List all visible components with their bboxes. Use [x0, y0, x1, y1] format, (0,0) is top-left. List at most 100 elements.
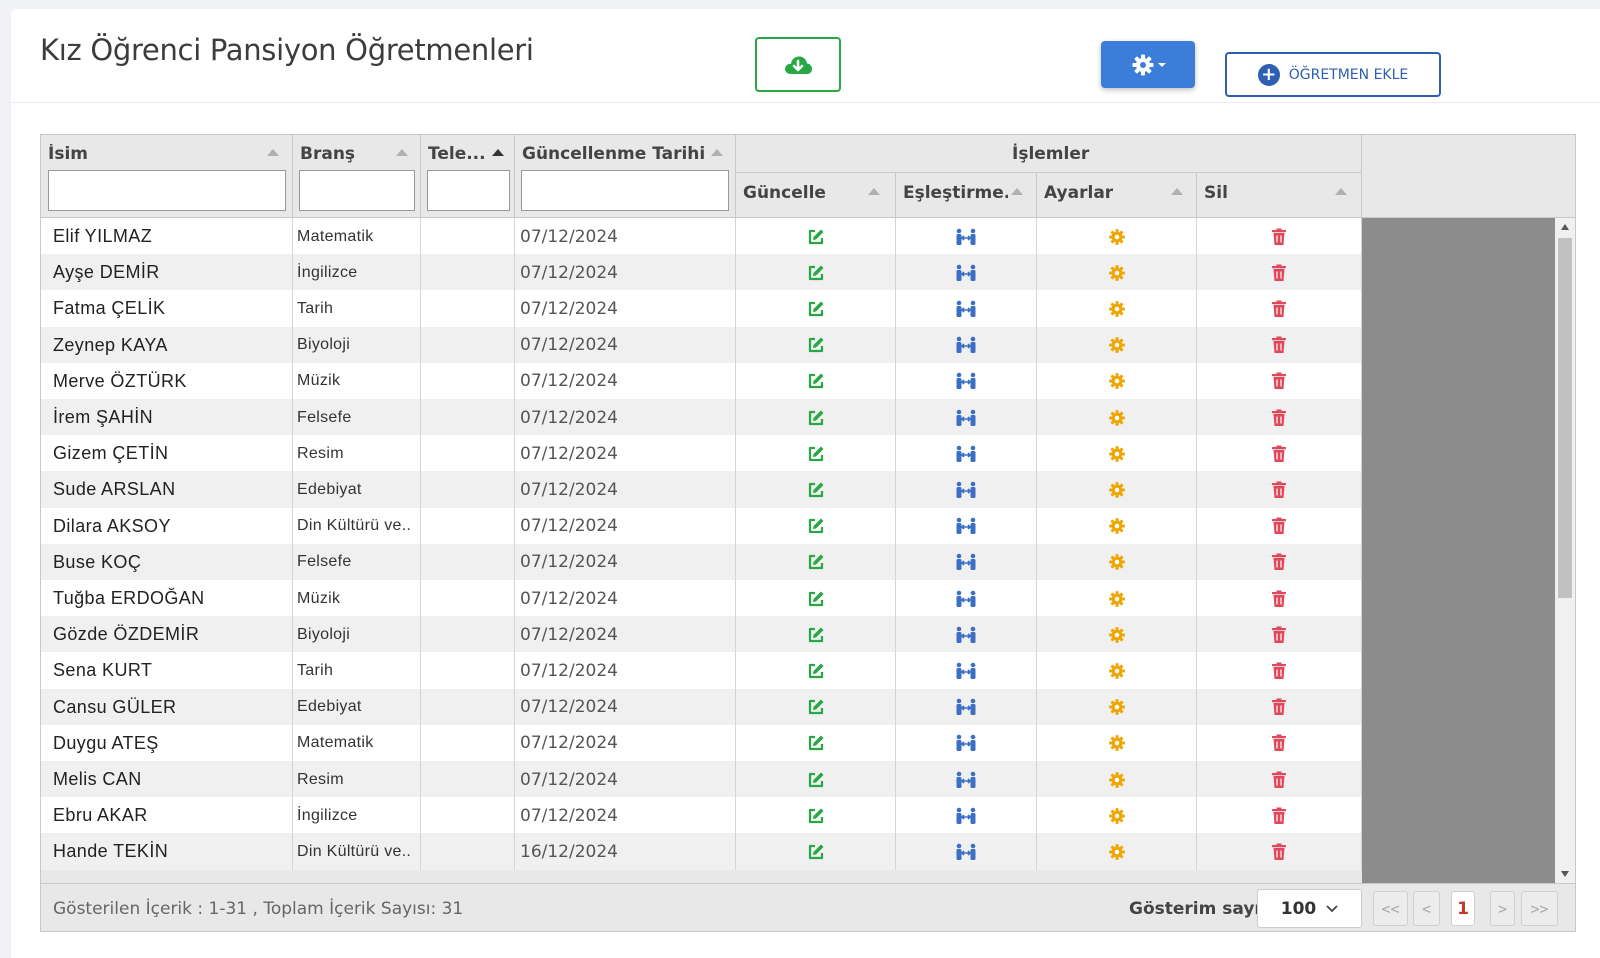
edit-icon[interactable]	[807, 264, 825, 282]
trash-icon[interactable]	[1271, 372, 1287, 390]
sort-asc-icon[interactable]	[1011, 188, 1023, 195]
match-users-icon[interactable]	[955, 590, 977, 608]
trash-icon[interactable]	[1271, 734, 1287, 752]
gear-icon[interactable]	[1108, 771, 1126, 789]
first-page-button[interactable]: <<	[1373, 891, 1408, 926]
edit-icon[interactable]	[807, 771, 825, 789]
edit-icon[interactable]	[807, 481, 825, 499]
edit-icon[interactable]	[807, 445, 825, 463]
match-users-icon[interactable]	[955, 626, 977, 644]
trash-icon[interactable]	[1271, 553, 1287, 571]
match-users-icon[interactable]	[955, 771, 977, 789]
edit-icon[interactable]	[807, 336, 825, 354]
gear-icon[interactable]	[1108, 517, 1126, 535]
gear-icon[interactable]	[1108, 481, 1126, 499]
table-row[interactable]: Hande TEKİN Din Kültürü ve.. 16/12/2024	[41, 833, 1362, 871]
table-row[interactable]: Dilara AKSOY Din Kültürü ve.. 07/12/2024	[41, 507, 1362, 545]
gear-icon[interactable]	[1108, 409, 1126, 427]
filter-brans-input[interactable]	[299, 170, 415, 211]
vertical-scrollbar[interactable]	[1555, 218, 1575, 883]
column-header-sil[interactable]: Sil	[1197, 173, 1362, 218]
column-header-ayarlar[interactable]: Ayarlar	[1037, 173, 1197, 218]
match-users-icon[interactable]	[955, 445, 977, 463]
trash-icon[interactable]	[1271, 626, 1287, 644]
edit-icon[interactable]	[807, 626, 825, 644]
gear-icon[interactable]	[1108, 662, 1126, 680]
column-header-eslestirme[interactable]: Eşleştirme...	[896, 173, 1037, 218]
table-row[interactable]: Cansu GÜLER Edebiyat 07/12/2024	[41, 688, 1362, 726]
column-header-tarih[interactable]: Güncellenme Tarihi	[515, 135, 736, 218]
match-users-icon[interactable]	[955, 264, 977, 282]
trash-icon[interactable]	[1271, 662, 1287, 680]
trash-icon[interactable]	[1271, 698, 1287, 716]
add-teacher-button[interactable]: + ÖĞRETMEN EKLE	[1225, 52, 1441, 97]
edit-icon[interactable]	[807, 807, 825, 825]
trash-icon[interactable]	[1271, 445, 1287, 463]
filter-telefon-input[interactable]	[427, 170, 510, 211]
prev-page-button[interactable]: <	[1413, 891, 1440, 926]
trash-icon[interactable]	[1271, 843, 1287, 861]
gear-icon[interactable]	[1108, 734, 1126, 752]
download-button[interactable]	[755, 37, 841, 92]
trash-icon[interactable]	[1271, 771, 1287, 789]
match-users-icon[interactable]	[955, 698, 977, 716]
sort-asc-icon[interactable]	[868, 188, 880, 195]
table-row[interactable]: Buse KOÇ Felsefe 07/12/2024	[41, 543, 1362, 581]
table-row[interactable]: Gizem ÇETİN Resim 07/12/2024	[41, 435, 1362, 473]
match-users-icon[interactable]	[955, 843, 977, 861]
match-users-icon[interactable]	[955, 409, 977, 427]
edit-icon[interactable]	[807, 698, 825, 716]
table-row[interactable]: Zeynep KAYA Biyoloji 07/12/2024	[41, 326, 1362, 364]
last-page-button[interactable]: >>	[1521, 891, 1558, 926]
table-row[interactable]: Sena KURT Tarih 07/12/2024	[41, 652, 1362, 690]
sort-asc-icon[interactable]	[267, 149, 279, 156]
match-users-icon[interactable]	[955, 372, 977, 390]
table-row[interactable]: İrem ŞAHİN Felsefe 07/12/2024	[41, 399, 1362, 436]
match-users-icon[interactable]	[955, 662, 977, 680]
settings-dropdown-button[interactable]	[1101, 41, 1195, 88]
edit-icon[interactable]	[807, 590, 825, 608]
trash-icon[interactable]	[1271, 264, 1287, 282]
next-page-button[interactable]: >	[1490, 891, 1515, 926]
gear-icon[interactable]	[1108, 843, 1126, 861]
column-header-telefon[interactable]: Tele...	[421, 135, 515, 218]
filter-isim-input[interactable]	[48, 170, 286, 211]
sort-asc-icon[interactable]	[492, 149, 504, 156]
table-row[interactable]: Ayşe DEMİR İngilizce 07/12/2024	[41, 254, 1362, 292]
trash-icon[interactable]	[1271, 336, 1287, 354]
gear-icon[interactable]	[1108, 590, 1126, 608]
gear-icon[interactable]	[1108, 372, 1126, 390]
trash-icon[interactable]	[1271, 409, 1287, 427]
edit-icon[interactable]	[807, 517, 825, 535]
table-row[interactable]: Merve ÖZTÜRK Müzik 07/12/2024	[41, 362, 1362, 400]
match-users-icon[interactable]	[955, 481, 977, 499]
gear-icon[interactable]	[1108, 445, 1126, 463]
column-header-isim[interactable]: İsim	[41, 135, 293, 218]
edit-icon[interactable]	[807, 662, 825, 680]
trash-icon[interactable]	[1271, 481, 1287, 499]
match-users-icon[interactable]	[955, 807, 977, 825]
edit-icon[interactable]	[807, 553, 825, 571]
edit-icon[interactable]	[807, 734, 825, 752]
scroll-up-icon[interactable]	[1561, 224, 1569, 230]
page-size-select[interactable]: 100	[1257, 889, 1362, 928]
match-users-icon[interactable]	[955, 517, 977, 535]
edit-icon[interactable]	[807, 372, 825, 390]
table-row[interactable]: Gözde ÖZDEMİR Biyoloji 07/12/2024	[41, 616, 1362, 654]
column-header-brans[interactable]: Branş	[293, 135, 421, 218]
filter-tarih-input[interactable]	[521, 170, 729, 211]
gear-icon[interactable]	[1108, 807, 1126, 825]
edit-icon[interactable]	[807, 409, 825, 427]
table-row[interactable]: Duygu ATEŞ Matematik 07/12/2024	[41, 724, 1362, 762]
gear-icon[interactable]	[1108, 336, 1126, 354]
match-users-icon[interactable]	[955, 734, 977, 752]
scroll-down-icon[interactable]	[1561, 871, 1569, 877]
column-header-guncelle[interactable]: Güncelle	[736, 173, 896, 218]
scroll-thumb[interactable]	[1558, 238, 1572, 598]
table-row[interactable]: Melis CAN Resim 07/12/2024	[41, 761, 1362, 798]
table-row[interactable]: Sude ARSLAN Edebiyat 07/12/2024	[41, 471, 1362, 509]
match-users-icon[interactable]	[955, 228, 977, 246]
gear-icon[interactable]	[1108, 553, 1126, 571]
page-1-button[interactable]: 1	[1451, 891, 1475, 926]
gear-icon[interactable]	[1108, 698, 1126, 716]
